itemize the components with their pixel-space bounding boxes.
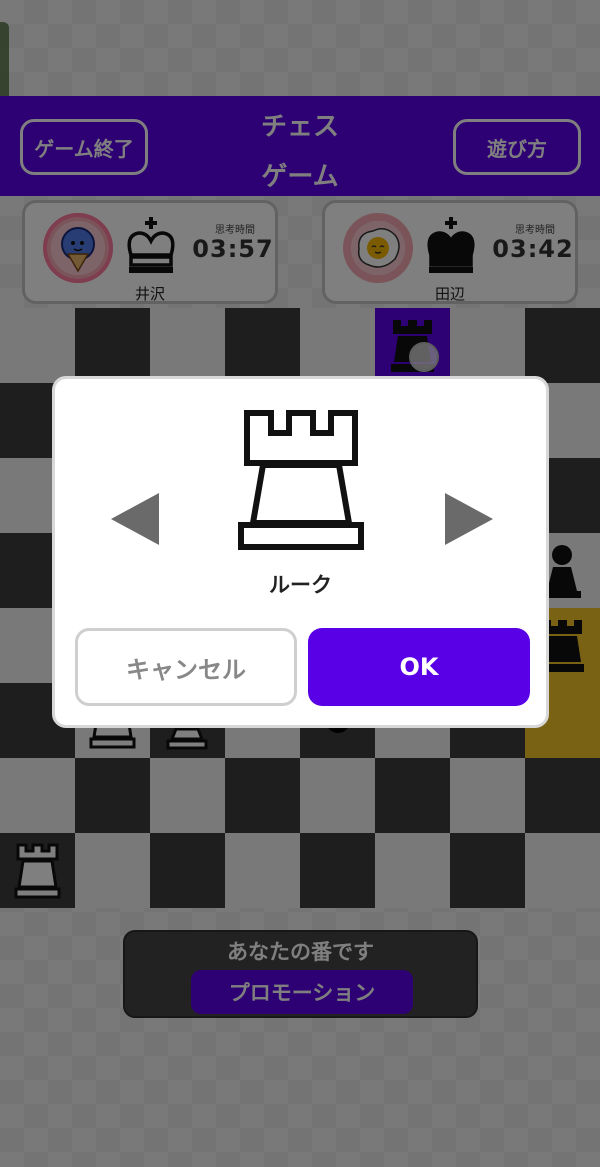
cancel-button[interactable]: キャンセル [75, 628, 297, 706]
triangle-left-icon[interactable] [109, 491, 161, 547]
triangle-right-icon[interactable] [443, 491, 495, 547]
ok-button[interactable]: OK [308, 628, 530, 706]
selected-piece-name: ルーク [269, 573, 332, 597]
promotion-dialog: ルーク キャンセル OK [52, 376, 549, 728]
white-rook-icon [238, 410, 364, 550]
